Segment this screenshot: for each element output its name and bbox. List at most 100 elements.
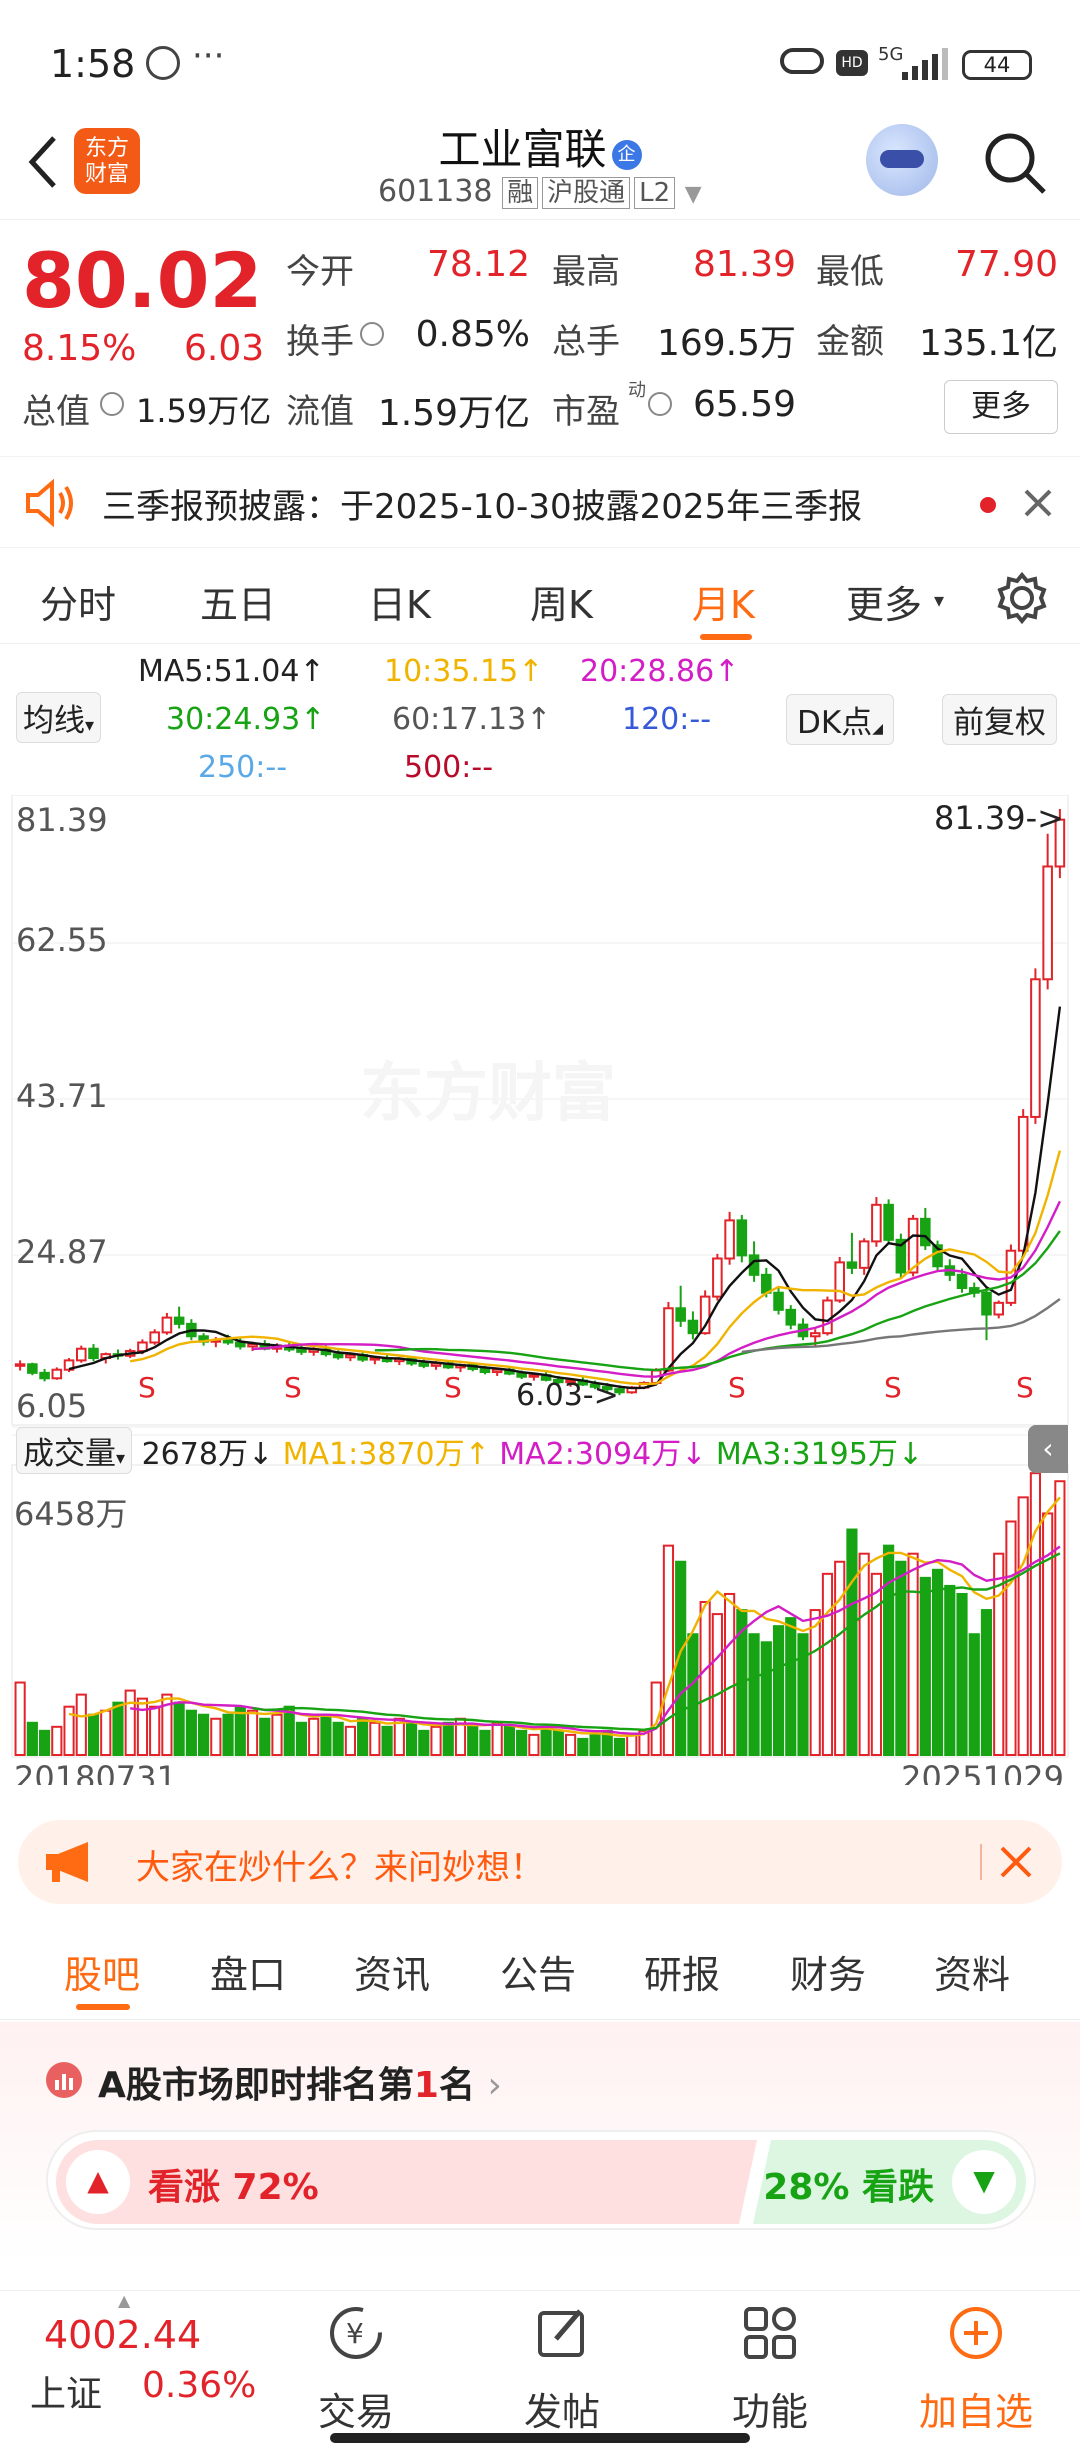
- volume-bar: [479, 1729, 491, 1757]
- volume-bar: [222, 1713, 234, 1757]
- volume-bar: [26, 1721, 38, 1756]
- candle-body: [809, 1332, 821, 1338]
- close-icon[interactable]: [1022, 487, 1054, 519]
- dk-point-button[interactable]: DK点◢: [786, 694, 894, 745]
- tab-weekly-k[interactable]: 周K: [530, 574, 593, 629]
- index-change: 0.36%: [142, 2365, 257, 2406]
- tab-intraday[interactable]: 分时: [40, 574, 116, 629]
- tag-l2: L2: [634, 177, 676, 209]
- candle-body: [712, 1257, 723, 1298]
- hd-icon: HD: [836, 50, 868, 76]
- tab-pankou[interactable]: 盘口: [210, 1944, 286, 1999]
- y-tick-3: 43.71: [16, 1077, 108, 1115]
- volume-bar: [259, 1717, 271, 1756]
- candle-body: [1042, 865, 1053, 981]
- info-icon[interactable]: [100, 392, 124, 416]
- chevron-down-icon: ▾: [85, 715, 95, 736]
- app-notification-icon: [146, 46, 180, 80]
- volume-max-label: 6458万: [14, 1495, 127, 1533]
- more-button[interactable]: 更多: [944, 380, 1058, 434]
- candle-body: [296, 1348, 307, 1353]
- notice-bar[interactable]: 三季报预披露：于2025-10-30披露2025年三季报: [0, 456, 1080, 548]
- volume-bar: [1005, 1520, 1017, 1756]
- rank-suffix: 名: [438, 2065, 475, 2106]
- candle-body: [920, 1217, 931, 1247]
- volume-selector[interactable]: 成交量▾: [16, 1427, 133, 1474]
- volume-bar: [308, 1717, 320, 1756]
- candle-body: [235, 1341, 246, 1348]
- robot-assistant-icon[interactable]: [866, 124, 938, 196]
- add-circle-icon: [950, 2307, 1002, 2359]
- ask-miaoxiang-bar[interactable]: 大家在炒什么？来问妙想！: [18, 1820, 1062, 1904]
- tab-guba[interactable]: 股吧: [64, 1944, 140, 1999]
- volume-bar: [564, 1733, 577, 1757]
- tab-research[interactable]: 研报: [644, 1944, 720, 1999]
- candle-body: [724, 1219, 735, 1260]
- candle-body: [75, 1347, 87, 1362]
- bullish-arrow-icon[interactable]: ▲: [66, 2150, 130, 2214]
- volume-selector-label: 成交量: [23, 1436, 116, 1472]
- chevron-down-icon[interactable]: ▼: [685, 182, 702, 207]
- volume-bar: [405, 1721, 418, 1756]
- enterprise-badge-icon: 企: [611, 140, 642, 170]
- candle-body: [479, 1367, 491, 1374]
- candle-body: [1030, 978, 1041, 1118]
- pe-info-icon[interactable]: [648, 392, 672, 416]
- volume-bar: [907, 1552, 919, 1756]
- adjust-button[interactable]: 前复权: [942, 694, 1057, 745]
- candle-body: [27, 1363, 38, 1374]
- volume-bar: [283, 1705, 295, 1756]
- tab-monthly-k[interactable]: 月K: [692, 574, 755, 629]
- candle-body: [858, 1240, 870, 1269]
- tab-announcements[interactable]: 公告: [500, 1944, 576, 1999]
- y-tick-min: 6.05: [16, 1387, 87, 1425]
- tab-profile[interactable]: 资料: [934, 1944, 1010, 1999]
- kline-chart[interactable]: 东方财富 81.39 62.55 43.71 24.87 6.05 81.39-…: [0, 795, 1080, 1785]
- kline-svg[interactable]: 东方财富 81.39 62.55 43.71 24.87 6.05 81.39-…: [0, 795, 1080, 1785]
- feature-tabs: 股吧 盘口 资讯 公告 研报 财务 资料: [0, 1920, 1080, 2020]
- volume-bar: [173, 1701, 185, 1756]
- volume-bar: [650, 1681, 662, 1756]
- volume-ma3: MA3:3195万↓: [715, 1437, 923, 1472]
- tab-five-day[interactable]: 五日: [200, 574, 276, 629]
- turnover-label: 换手: [286, 322, 354, 362]
- sell-signal: S: [728, 1371, 746, 1404]
- pe-dynamic-mark: 动: [628, 380, 646, 401]
- divider: [980, 1844, 982, 1880]
- signal-icon: [902, 48, 948, 80]
- close-icon[interactable]: [998, 1844, 1034, 1880]
- volume-bar: [528, 1733, 540, 1757]
- volume-bar: [968, 1633, 980, 1756]
- volume-bar: [809, 1609, 821, 1756]
- max-price-marker: 81.39->: [934, 799, 1064, 837]
- volume-bar: [748, 1633, 760, 1756]
- tab-daily-k[interactable]: 日K: [368, 574, 431, 629]
- ma10-value: 10:35.15↑: [384, 654, 544, 689]
- battery-icon: 44: [962, 50, 1032, 80]
- pe-label: 市盈: [552, 392, 620, 432]
- volume-bar: [577, 1737, 589, 1756]
- volume-bar: [760, 1641, 772, 1757]
- volume-bar: [858, 1552, 870, 1756]
- dk-label: DK点: [797, 705, 873, 741]
- candle-body: [785, 1308, 797, 1326]
- volume-bar: [589, 1733, 601, 1757]
- index-value[interactable]: 4002.44: [44, 2313, 201, 2357]
- rank-text[interactable]: A股市场即时排名第1名 ›: [98, 2056, 502, 2108]
- grid-apps-icon: [744, 2307, 796, 2359]
- tab-news[interactable]: 资讯: [354, 1944, 430, 1999]
- volume-bar: [198, 1713, 210, 1757]
- volume-bar: [687, 1633, 699, 1756]
- amount-value: 135.1亿: [918, 323, 1058, 364]
- y-tick-2: 62.55: [16, 921, 108, 959]
- search-icon[interactable]: [982, 130, 1048, 196]
- last-price: 80.02: [22, 236, 263, 325]
- bearish-arrow-icon[interactable]: ▼: [952, 2150, 1016, 2214]
- settings-gear-icon[interactable]: [996, 572, 1048, 624]
- turnover-info-icon[interactable]: [360, 322, 384, 346]
- candle-body: [773, 1291, 784, 1311]
- collapse-icon[interactable]: ‹: [1028, 1425, 1068, 1473]
- ma-selector[interactable]: 均线▾: [16, 692, 102, 743]
- tab-more[interactable]: 更多: [846, 574, 922, 629]
- tab-finance[interactable]: 财务: [790, 1944, 866, 1999]
